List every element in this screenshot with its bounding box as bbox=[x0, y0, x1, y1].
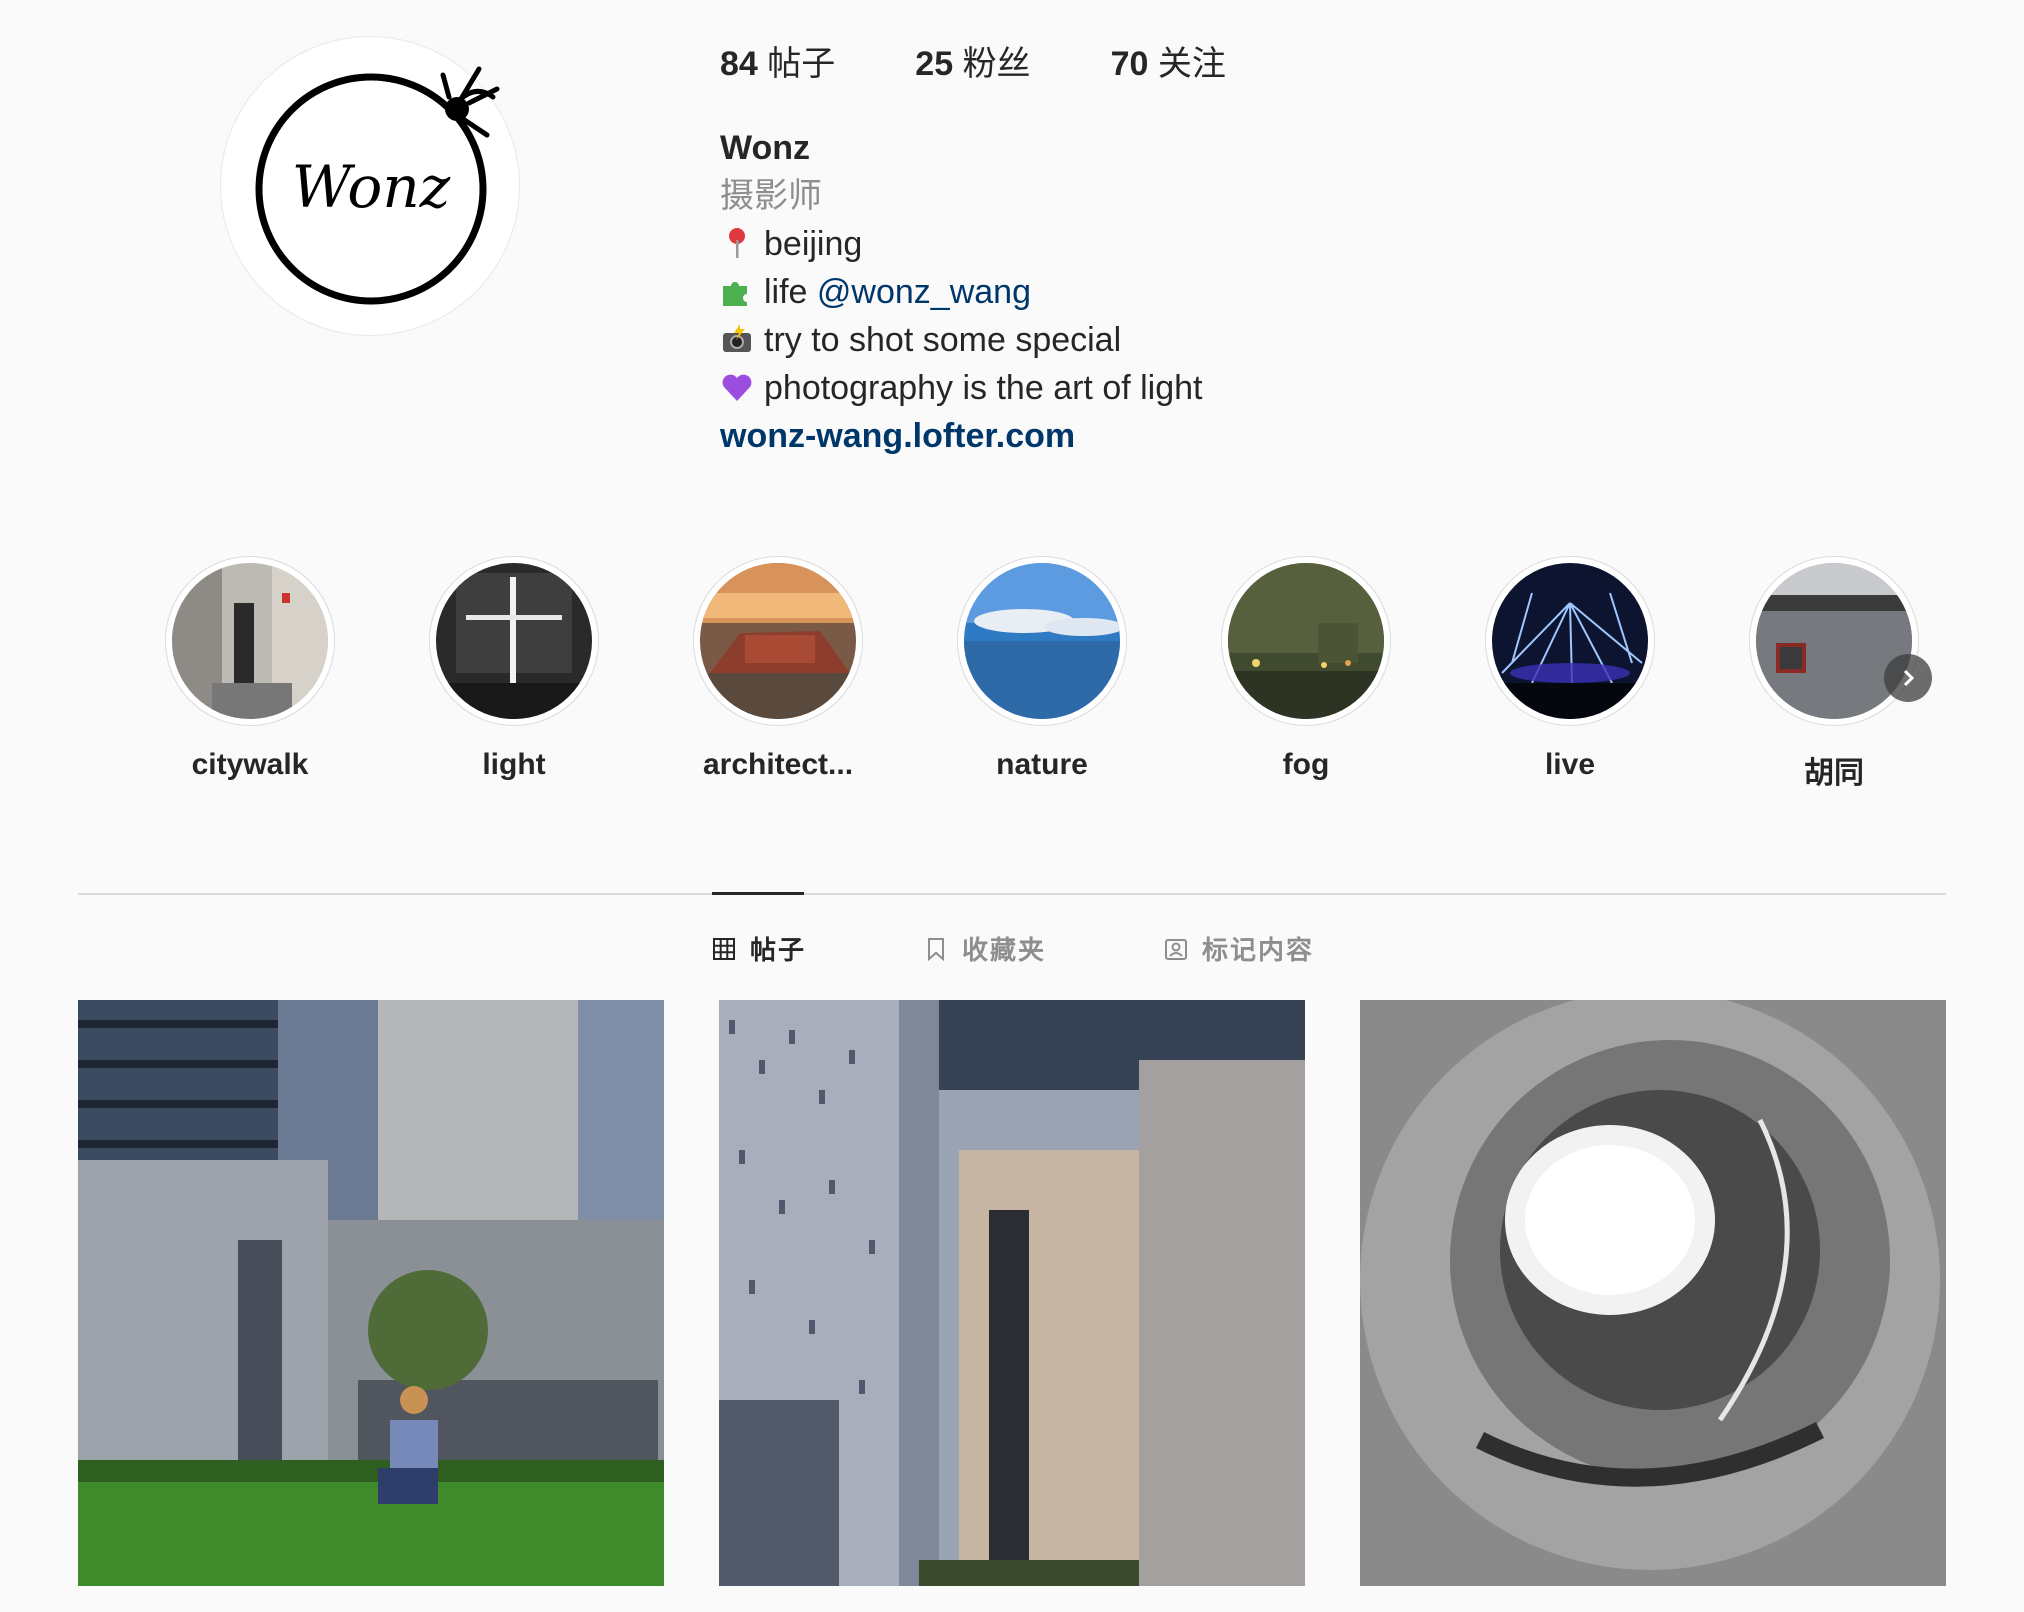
post-image bbox=[78, 1000, 664, 1586]
profile-website-link[interactable]: wonz-wang.lofter.com bbox=[720, 412, 1203, 460]
purple-heart-icon bbox=[722, 374, 752, 401]
highlight-fog[interactable]: fog bbox=[1206, 556, 1406, 782]
highlight-label: light bbox=[482, 748, 546, 781]
tagged-icon bbox=[1165, 938, 1187, 960]
followers-stat[interactable]: 25 粉丝 bbox=[915, 36, 1030, 85]
post-image bbox=[1360, 1000, 1946, 1586]
bio-location-text: beijing bbox=[764, 225, 863, 263]
posts-stat[interactable]: 84 帖子 bbox=[720, 36, 835, 85]
light-cover-image bbox=[436, 563, 592, 719]
bio-line-shot: try to shot some special bbox=[720, 316, 1203, 364]
following-label: 关注 bbox=[1157, 45, 1226, 83]
followers-count: 25 bbox=[915, 45, 954, 83]
highlight-nature[interactable]: nature bbox=[942, 556, 1142, 782]
highlight-architecture[interactable]: architect... bbox=[678, 556, 878, 782]
highlight-label: fog bbox=[1282, 748, 1330, 781]
highlight-citywalk[interactable]: citywalk bbox=[150, 556, 350, 782]
chevron-right-icon bbox=[1903, 669, 1915, 687]
avatar-wordmark: Wonz bbox=[292, 153, 451, 221]
bio-photography-text: photography is the art of light bbox=[764, 369, 1203, 407]
tab-posts-label: 帖子 bbox=[750, 935, 807, 965]
highlight-light[interactable]: light bbox=[414, 556, 614, 782]
profile-name: Wonz bbox=[720, 129, 811, 167]
posts-label: 帖子 bbox=[767, 45, 836, 83]
highlight-live[interactable]: live bbox=[1470, 556, 1670, 782]
highlight-label: live bbox=[1544, 748, 1596, 781]
tabs-divider bbox=[78, 893, 1946, 895]
story-highlights: citywalk light architect... nature fog l… bbox=[0, 556, 2024, 796]
tab-saved[interactable]: 收藏夹 bbox=[924, 930, 1046, 967]
profile-bio: Wonz 摄影师 beijing life @wonz_wang try to … bbox=[720, 124, 1203, 460]
highlight-cover bbox=[172, 563, 328, 719]
tab-posts[interactable]: 帖子 bbox=[712, 930, 806, 967]
following-stat[interactable]: 70 关注 bbox=[1111, 36, 1226, 85]
grid-icon bbox=[713, 937, 735, 960]
post-thumbnail[interactable] bbox=[1360, 1000, 1946, 1586]
highlight-cover bbox=[1492, 563, 1648, 719]
pin-icon bbox=[729, 228, 745, 258]
highlight-label: 胡同 bbox=[1804, 757, 1864, 790]
architecture-cover-image bbox=[700, 563, 856, 719]
highlight-label: architect... bbox=[702, 748, 854, 781]
posts-count: 84 bbox=[720, 45, 758, 83]
fog-cover-image bbox=[1228, 563, 1384, 719]
highlight-cover bbox=[700, 563, 856, 719]
hutong-cover-image bbox=[1756, 563, 1912, 719]
bio-mention-link[interactable]: @wonz_wang bbox=[817, 273, 1031, 311]
post-thumbnail[interactable] bbox=[719, 1000, 1305, 1586]
active-tab-indicator bbox=[712, 892, 804, 895]
highlights-next-button[interactable] bbox=[1884, 654, 1932, 702]
tab-saved-label: 收藏夹 bbox=[962, 935, 1047, 965]
following-count: 70 bbox=[1110, 45, 1149, 83]
bookmark-icon bbox=[928, 937, 944, 961]
nature-cover-image bbox=[964, 563, 1120, 719]
profile-avatar[interactable]: Wonz bbox=[220, 36, 520, 336]
tab-tagged[interactable]: 标记内容 bbox=[1164, 930, 1314, 967]
highlight-cover bbox=[1756, 563, 1912, 719]
bio-line-location: beijing bbox=[720, 220, 1203, 268]
profile-stats: 84 帖子 25 粉丝 70 关注 bbox=[720, 36, 1306, 85]
highlight-cover bbox=[1228, 563, 1384, 719]
bio-shot-text: try to shot some special bbox=[764, 321, 1122, 359]
camera-flash-icon bbox=[723, 324, 751, 352]
highlight-cover bbox=[436, 563, 592, 719]
bio-line-life: life @wonz_wang bbox=[720, 268, 1203, 316]
highlight-label: citywalk bbox=[191, 748, 309, 781]
wonz-logo-icon: Wonz bbox=[255, 66, 500, 305]
bio-line-photography: photography is the art of light bbox=[720, 364, 1203, 412]
citywalk-cover-image bbox=[172, 563, 328, 719]
highlight-cover bbox=[964, 563, 1120, 719]
live-cover-image bbox=[1492, 563, 1648, 719]
followers-label: 粉丝 bbox=[962, 45, 1031, 83]
post-thumbnail[interactable] bbox=[78, 1000, 664, 1586]
puzzle-icon bbox=[723, 282, 747, 306]
tab-tagged-label: 标记内容 bbox=[1202, 935, 1315, 965]
highlight-label: nature bbox=[996, 748, 1088, 781]
post-image bbox=[719, 1000, 1305, 1586]
profile-category: 摄影师 bbox=[720, 177, 822, 215]
bio-life-text: life bbox=[764, 273, 817, 311]
